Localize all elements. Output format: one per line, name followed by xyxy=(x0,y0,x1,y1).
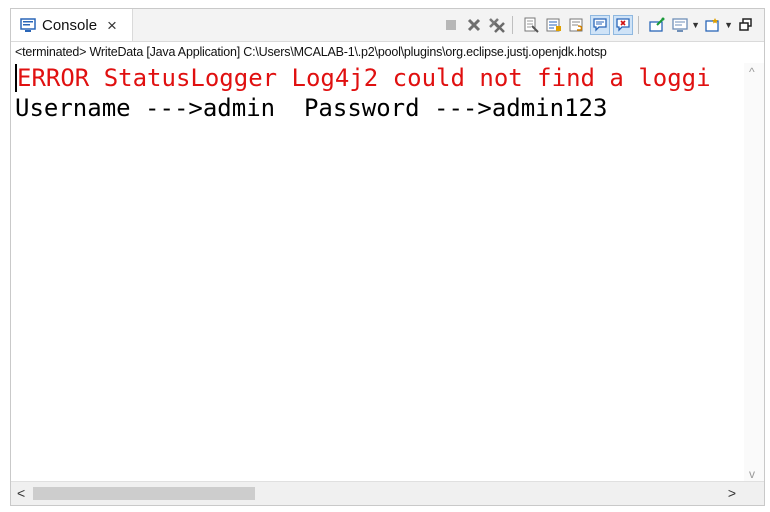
scroll-left-icon[interactable]: < xyxy=(17,485,25,501)
minimize-button[interactable] xyxy=(736,15,756,35)
chevron-down-icon[interactable]: ▼ xyxy=(691,20,700,30)
horizontal-scrollbar[interactable]: < > xyxy=(11,481,764,505)
scroll-up-icon[interactable]: ^ xyxy=(749,65,755,79)
close-icon[interactable]: × xyxy=(107,17,117,34)
word-wrap-button[interactable] xyxy=(567,15,587,35)
console-output[interactable]: ERROR StatusLogger Log4j2 could not find… xyxy=(11,63,745,483)
show-on-stderr-icon xyxy=(616,18,630,32)
view-tabbar: Console × ▼ ▼ xyxy=(11,9,764,42)
scroll-lock-button[interactable] xyxy=(544,15,564,35)
clear-console-icon xyxy=(524,17,539,33)
console-icon xyxy=(20,18,36,32)
show-on-stdout-button[interactable] xyxy=(590,15,611,35)
terminate-button[interactable] xyxy=(441,15,461,35)
vertical-scrollbar[interactable]: ^ v xyxy=(744,63,764,483)
tab-console-label: Console xyxy=(42,16,98,34)
show-on-stderr-button[interactable] xyxy=(613,15,634,35)
display-selected-console-button[interactable] xyxy=(670,15,690,35)
console-line-output: Username --->admin Password --->admin123 xyxy=(15,94,608,122)
remove-all-terminated-button[interactable] xyxy=(487,15,507,35)
tab-console[interactable]: Console × xyxy=(11,9,133,41)
terminate-icon xyxy=(446,20,457,30)
remove-launch-icon xyxy=(468,18,481,32)
clear-console-button[interactable] xyxy=(521,15,541,35)
display-selected-console-icon xyxy=(672,18,688,32)
toolbar-separator xyxy=(638,16,640,34)
console-view: Console × ▼ ▼ <terminated> WriteData [Ja… xyxy=(10,8,765,506)
console-toolbar: ▼ ▼ xyxy=(438,12,756,38)
remove-all-terminated-icon xyxy=(489,18,506,33)
open-console-icon xyxy=(705,18,719,32)
scroll-right-icon[interactable]: > xyxy=(728,485,736,501)
open-console-button[interactable] xyxy=(703,15,723,35)
horizontal-scroll-thumb[interactable] xyxy=(33,487,255,500)
toolbar-separator xyxy=(512,16,514,34)
minimize-icon xyxy=(739,18,752,31)
word-wrap-icon xyxy=(569,18,583,32)
pin-console-button[interactable] xyxy=(647,15,667,35)
show-on-stdout-icon xyxy=(593,18,607,32)
scroll-down-icon[interactable]: v xyxy=(749,467,755,481)
console-line-error: ERROR StatusLogger Log4j2 could not find… xyxy=(17,64,711,92)
scroll-lock-icon xyxy=(546,18,562,32)
pin-console-icon xyxy=(649,17,665,32)
process-status-line: <terminated> WriteData [Java Application… xyxy=(15,45,607,59)
chevron-down-icon[interactable]: ▼ xyxy=(724,20,733,30)
remove-launch-button[interactable] xyxy=(464,15,484,35)
